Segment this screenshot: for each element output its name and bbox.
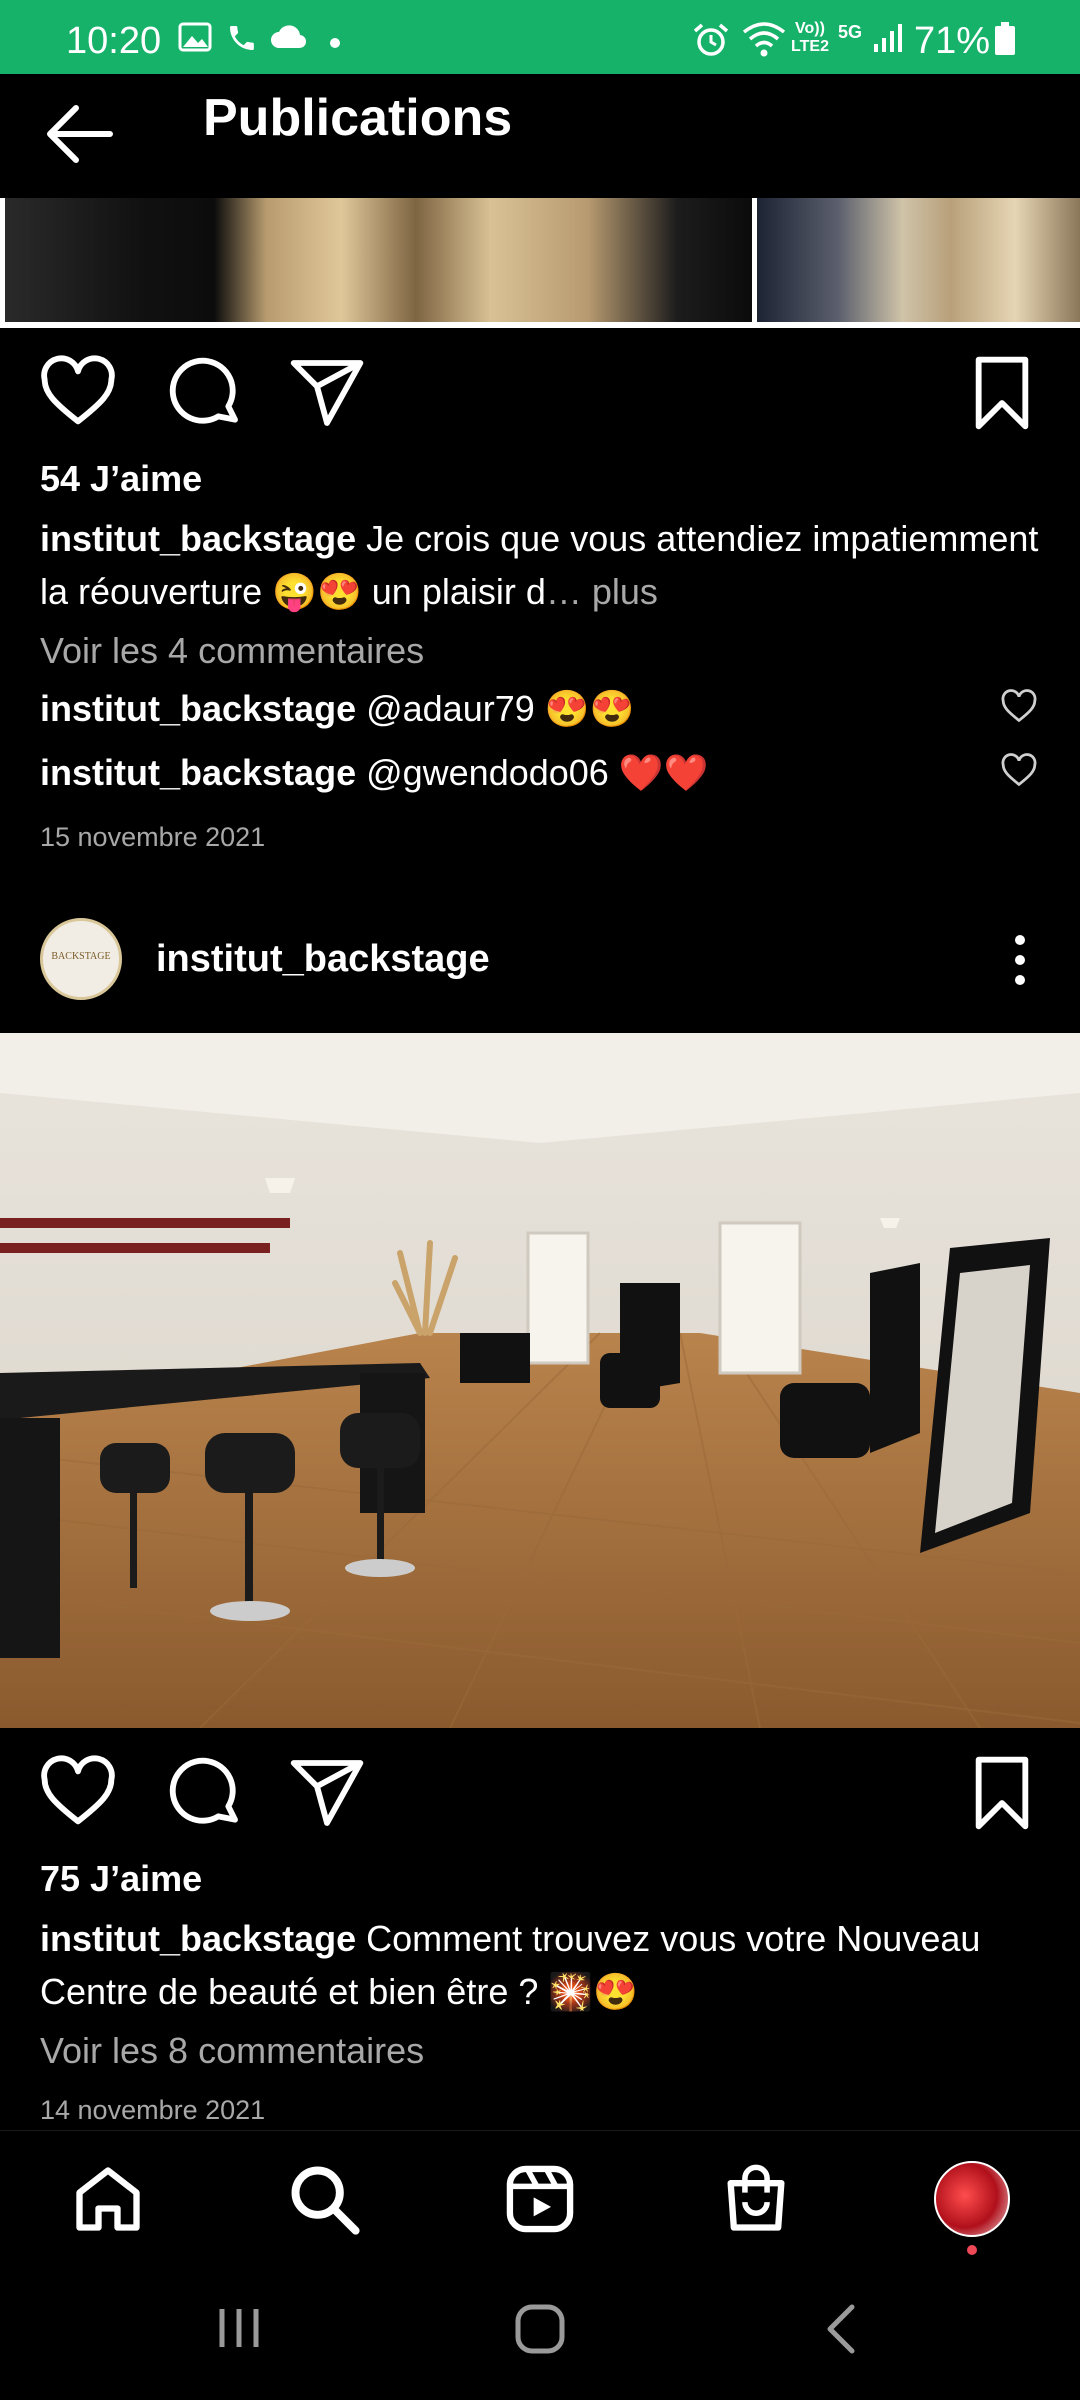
notification-dot bbox=[967, 2245, 977, 2255]
network-gen-label: 5G bbox=[838, 22, 863, 42]
bottom-navigation bbox=[0, 2130, 1080, 2266]
share-send-icon[interactable] bbox=[287, 1753, 367, 1833]
share-send-icon[interactable] bbox=[287, 353, 367, 433]
gallery-icon bbox=[178, 22, 212, 52]
cloud-icon bbox=[271, 25, 307, 49]
post2-header: BACKSTAGE institut_backstage bbox=[0, 900, 1080, 1020]
volte-label: Vo)) LTE2 bbox=[791, 20, 829, 55]
status-time: 10:20 bbox=[66, 20, 162, 62]
post2-actions bbox=[0, 1740, 1080, 1850]
home-button-icon[interactable] bbox=[514, 2303, 566, 2355]
comment-bubble-icon[interactable] bbox=[165, 353, 245, 433]
comment-text: @gwendodo06 ❤️❤️ bbox=[356, 752, 709, 793]
phone-icon bbox=[230, 26, 254, 50]
post1-image-strip[interactable] bbox=[0, 198, 1080, 328]
shop-icon[interactable] bbox=[718, 2161, 794, 2237]
comment-text: @adaur79 😍😍 bbox=[356, 688, 635, 729]
avatar-logo-text: BACKSTAGE bbox=[51, 951, 111, 962]
post1-more-link[interactable]: plus bbox=[592, 571, 658, 612]
post2-date: 14 novembre 2021 bbox=[40, 2095, 266, 2125]
recent-apps-icon[interactable] bbox=[214, 2303, 264, 2353]
save-bookmark-icon[interactable] bbox=[962, 353, 1042, 433]
post1-actions bbox=[0, 340, 1080, 450]
back-arrow-icon[interactable] bbox=[40, 94, 120, 174]
home-icon[interactable] bbox=[70, 2161, 146, 2237]
battery-percent: 71% bbox=[914, 20, 991, 62]
post1-caption[interactable]: institut_backstage Je crois que vous att… bbox=[40, 512, 1050, 618]
more-options-icon[interactable] bbox=[1000, 930, 1040, 990]
post1-likes-count[interactable]: 54 J’aime bbox=[40, 458, 202, 500]
post1-view-comments[interactable]: Voir les 4 commentaires bbox=[40, 630, 424, 672]
post2-caption[interactable]: institut_backstage Comment trouvez vous … bbox=[40, 1912, 1050, 2018]
reels-icon[interactable] bbox=[502, 2161, 578, 2237]
post1-comment-2: institut_backstage @gwendodo06 ❤️❤️ bbox=[40, 752, 708, 794]
wifi-icon bbox=[742, 22, 786, 57]
system-back-icon[interactable] bbox=[822, 2303, 862, 2355]
alarm-icon bbox=[693, 23, 729, 56]
comment-like-heart-icon[interactable] bbox=[1000, 752, 1038, 790]
post1-caption-ellipsis: … bbox=[545, 571, 592, 612]
status-bar: 10:20 Vo)) LTE2 5G 71% bbox=[0, 0, 1080, 74]
signal-icon bbox=[874, 24, 902, 52]
like-heart-icon[interactable] bbox=[38, 353, 118, 433]
post1-comment-1: institut_backstage @adaur79 😍😍 bbox=[40, 688, 634, 730]
top-app-bar: Publications bbox=[0, 74, 1080, 198]
like-heart-icon[interactable] bbox=[38, 1753, 118, 1833]
post1-image-left bbox=[5, 198, 752, 322]
post1-date: 15 novembre 2021 bbox=[40, 822, 266, 852]
comment-user[interactable]: institut_backstage bbox=[40, 688, 356, 729]
post2-likes-count[interactable]: 75 J’aime bbox=[40, 1858, 202, 1900]
post2-username[interactable]: institut_backstage bbox=[156, 938, 490, 981]
post2-view-comments[interactable]: Voir les 8 commentaires bbox=[40, 2030, 424, 2072]
dot-icon bbox=[330, 38, 340, 48]
post1-image-right bbox=[757, 198, 1080, 322]
system-navigation-bar bbox=[0, 2265, 1080, 2400]
post1-caption-user[interactable]: institut_backstage bbox=[40, 518, 356, 559]
page-title: Publications bbox=[203, 89, 513, 147]
post2-caption-user[interactable]: institut_backstage bbox=[40, 1918, 356, 1959]
profile-avatar[interactable] bbox=[934, 2161, 1010, 2237]
save-bookmark-icon[interactable] bbox=[962, 1753, 1042, 1833]
search-icon[interactable] bbox=[286, 2161, 362, 2237]
post2-image[interactable] bbox=[0, 1033, 1080, 1728]
comment-like-heart-icon[interactable] bbox=[1000, 688, 1038, 726]
post2-avatar[interactable]: BACKSTAGE bbox=[40, 918, 122, 1000]
comment-bubble-icon[interactable] bbox=[165, 1753, 245, 1833]
battery-icon bbox=[995, 22, 1015, 55]
comment-user[interactable]: institut_backstage bbox=[40, 752, 356, 793]
